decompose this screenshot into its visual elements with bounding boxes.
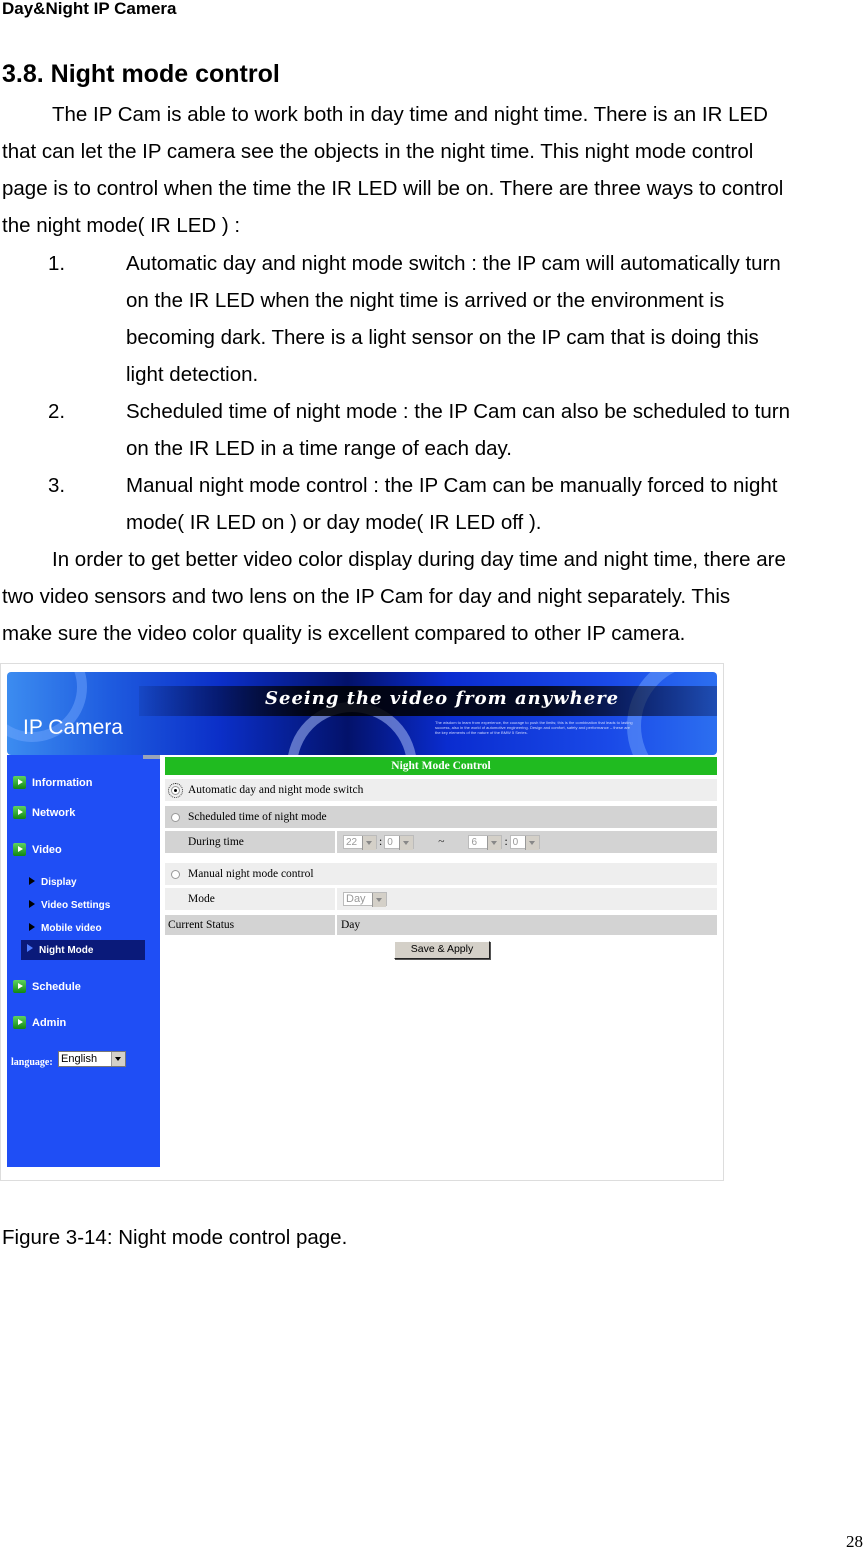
language-value: English — [61, 1053, 98, 1065]
banner-slogan: Seeing the video from anywhere — [265, 688, 620, 709]
sidebar-subitem-label: Video Settings — [41, 900, 111, 911]
mode-select[interactable]: Day — [343, 892, 387, 907]
play-icon — [13, 806, 26, 819]
sidebar-item-network[interactable]: Network — [13, 806, 75, 819]
language-select[interactable]: English — [58, 1051, 126, 1067]
mode-value: Day — [346, 893, 366, 905]
chevron-down-icon — [524, 836, 539, 850]
chevron-down-icon — [399, 836, 414, 850]
during-time-row: During time 22 : 0 ~ 6 : 0 — [165, 831, 717, 853]
range-separator: ~ — [438, 836, 445, 848]
intro-line: the night mode( IR LED ) : — [2, 214, 241, 237]
chevron-down-icon — [487, 836, 502, 850]
sidebar-subitem-label: Night Mode — [39, 944, 94, 956]
sidebar-item-label: Admin — [32, 1016, 67, 1029]
sidebar-item-label: Video — [32, 843, 62, 856]
sidebar-subitem-mobile-video[interactable]: Mobile video — [29, 922, 102, 934]
sidebar-item-label: Information — [32, 776, 93, 789]
intro-line: that can let the IP camera see the objec… — [2, 140, 754, 163]
start-hour-select[interactable]: 22 — [343, 835, 377, 850]
manual-mode-radio[interactable] — [171, 869, 180, 879]
status-label: Current Status — [165, 915, 335, 935]
language-label: language: — [11, 1057, 53, 1068]
list-line: Scheduled time of night mode : the IP Ca… — [126, 400, 790, 423]
mode-label: Mode — [165, 888, 335, 910]
triangle-right-icon — [29, 876, 35, 885]
during-time-label: During time — [165, 831, 335, 853]
end-hour-value: 6 — [471, 837, 477, 848]
list-line: on the IR LED when the night time is arr… — [126, 289, 725, 312]
figure-caption: Figure 3-14: Night mode control page. — [2, 1226, 348, 1249]
sidebar-subitem-label: Display — [41, 877, 77, 888]
chevron-down-icon — [362, 836, 376, 850]
sidebar-item-admin[interactable]: Admin — [13, 1016, 66, 1029]
manual-mode-label: Manual night mode control — [188, 868, 314, 880]
time-separator: : — [504, 836, 508, 848]
scheduled-mode-radio[interactable] — [171, 812, 180, 822]
section-title: 3.8. Night mode control — [2, 60, 280, 88]
sidebar: Information Network Video Display Video … — [7, 755, 160, 1167]
page-number: 28 — [846, 1532, 863, 1551]
start-minute-select[interactable]: 0 — [384, 835, 415, 850]
list-number: 3. — [48, 474, 66, 497]
play-icon — [13, 776, 26, 789]
triangle-right-icon — [29, 922, 35, 931]
panel-title: Night Mode Control — [165, 757, 717, 775]
list-line: Manual night mode control : the IP Cam c… — [126, 474, 778, 497]
running-header: Day&Night IP Camera — [2, 0, 177, 18]
play-icon — [13, 1016, 26, 1029]
sidebar-item-information[interactable]: Information — [13, 776, 93, 789]
option-scheduled-row[interactable]: Scheduled time of night mode — [165, 806, 717, 828]
end-minute-value: 0 — [512, 837, 519, 848]
start-hour-value: 22 — [346, 837, 358, 848]
status-value: Day — [337, 915, 717, 935]
list-number: 1. — [48, 252, 66, 275]
sidebar-item-label: Network — [32, 806, 76, 819]
list-line: Automatic day and night mode switch : th… — [126, 252, 781, 275]
outro-line: In order to get better video color displ… — [52, 548, 786, 571]
save-apply-button[interactable]: Save & Apply — [394, 941, 490, 959]
sidebar-item-schedule[interactable]: Schedule — [13, 980, 81, 993]
intro-line: page is to control when the time the IR … — [2, 177, 784, 200]
header-banner: Seeing the video from anywhere IP Camera… — [7, 672, 717, 755]
list-line: mode( IR LED on ) or day mode( IR LED of… — [126, 511, 542, 534]
mode-row: Mode Day — [165, 888, 717, 910]
sidebar-subitem-video-settings[interactable]: Video Settings — [29, 899, 111, 911]
intro-line: The IP Cam is able to work both in day t… — [52, 103, 768, 126]
end-minute-select[interactable]: 0 — [509, 835, 540, 850]
status-row: Current Status Day — [165, 915, 717, 935]
outro-line: two video sensors and two lens on the IP… — [2, 585, 731, 608]
scheduled-mode-label: Scheduled time of night mode — [188, 811, 327, 823]
start-minute-value: 0 — [387, 837, 393, 848]
option-auto-row[interactable]: Automatic day and night mode switch — [165, 779, 717, 801]
list-line: on the IR LED in a time range of each da… — [126, 437, 512, 460]
time-separator: : — [379, 836, 383, 848]
triangle-right-icon — [29, 899, 35, 908]
outro-line: make sure the video color quality is exc… — [2, 622, 686, 645]
sidebar-scrollbar[interactable] — [143, 755, 160, 759]
chevron-down-icon[interactable] — [111, 1052, 125, 1066]
auto-mode-radio[interactable] — [168, 782, 183, 798]
list-line: becoming dark. There is a light sensor o… — [126, 326, 759, 349]
night-mode-panel: Night Mode Control Automatic day and nig… — [165, 757, 717, 959]
play-icon — [13, 980, 26, 993]
chevron-down-icon — [372, 893, 386, 907]
auto-mode-label: Automatic day and night mode switch — [188, 784, 364, 796]
during-time-controls: 22 : 0 ~ 6 : 0 — [337, 831, 717, 853]
play-icon — [13, 843, 26, 856]
sidebar-subitem-label: Mobile video — [41, 923, 102, 934]
banner-blurb: The wisdom to learn from experience, the… — [435, 720, 633, 735]
night-mode-screenshot: Seeing the video from anywhere IP Camera… — [0, 663, 724, 1181]
list-number: 2. — [48, 400, 66, 423]
triangle-right-icon — [27, 944, 33, 952]
mode-controls: Day — [337, 888, 717, 910]
ip-camera-logo: IP Camera — [23, 716, 123, 739]
sidebar-subitem-night-mode[interactable]: Night Mode — [21, 940, 145, 960]
end-hour-select[interactable]: 6 — [468, 835, 503, 850]
list-line: light detection. — [126, 363, 259, 386]
sidebar-item-video[interactable]: Video — [13, 843, 62, 856]
sidebar-subitem-display[interactable]: Display — [29, 876, 77, 888]
option-manual-row[interactable]: Manual night mode control — [165, 863, 717, 885]
sidebar-item-label: Schedule — [32, 980, 81, 993]
